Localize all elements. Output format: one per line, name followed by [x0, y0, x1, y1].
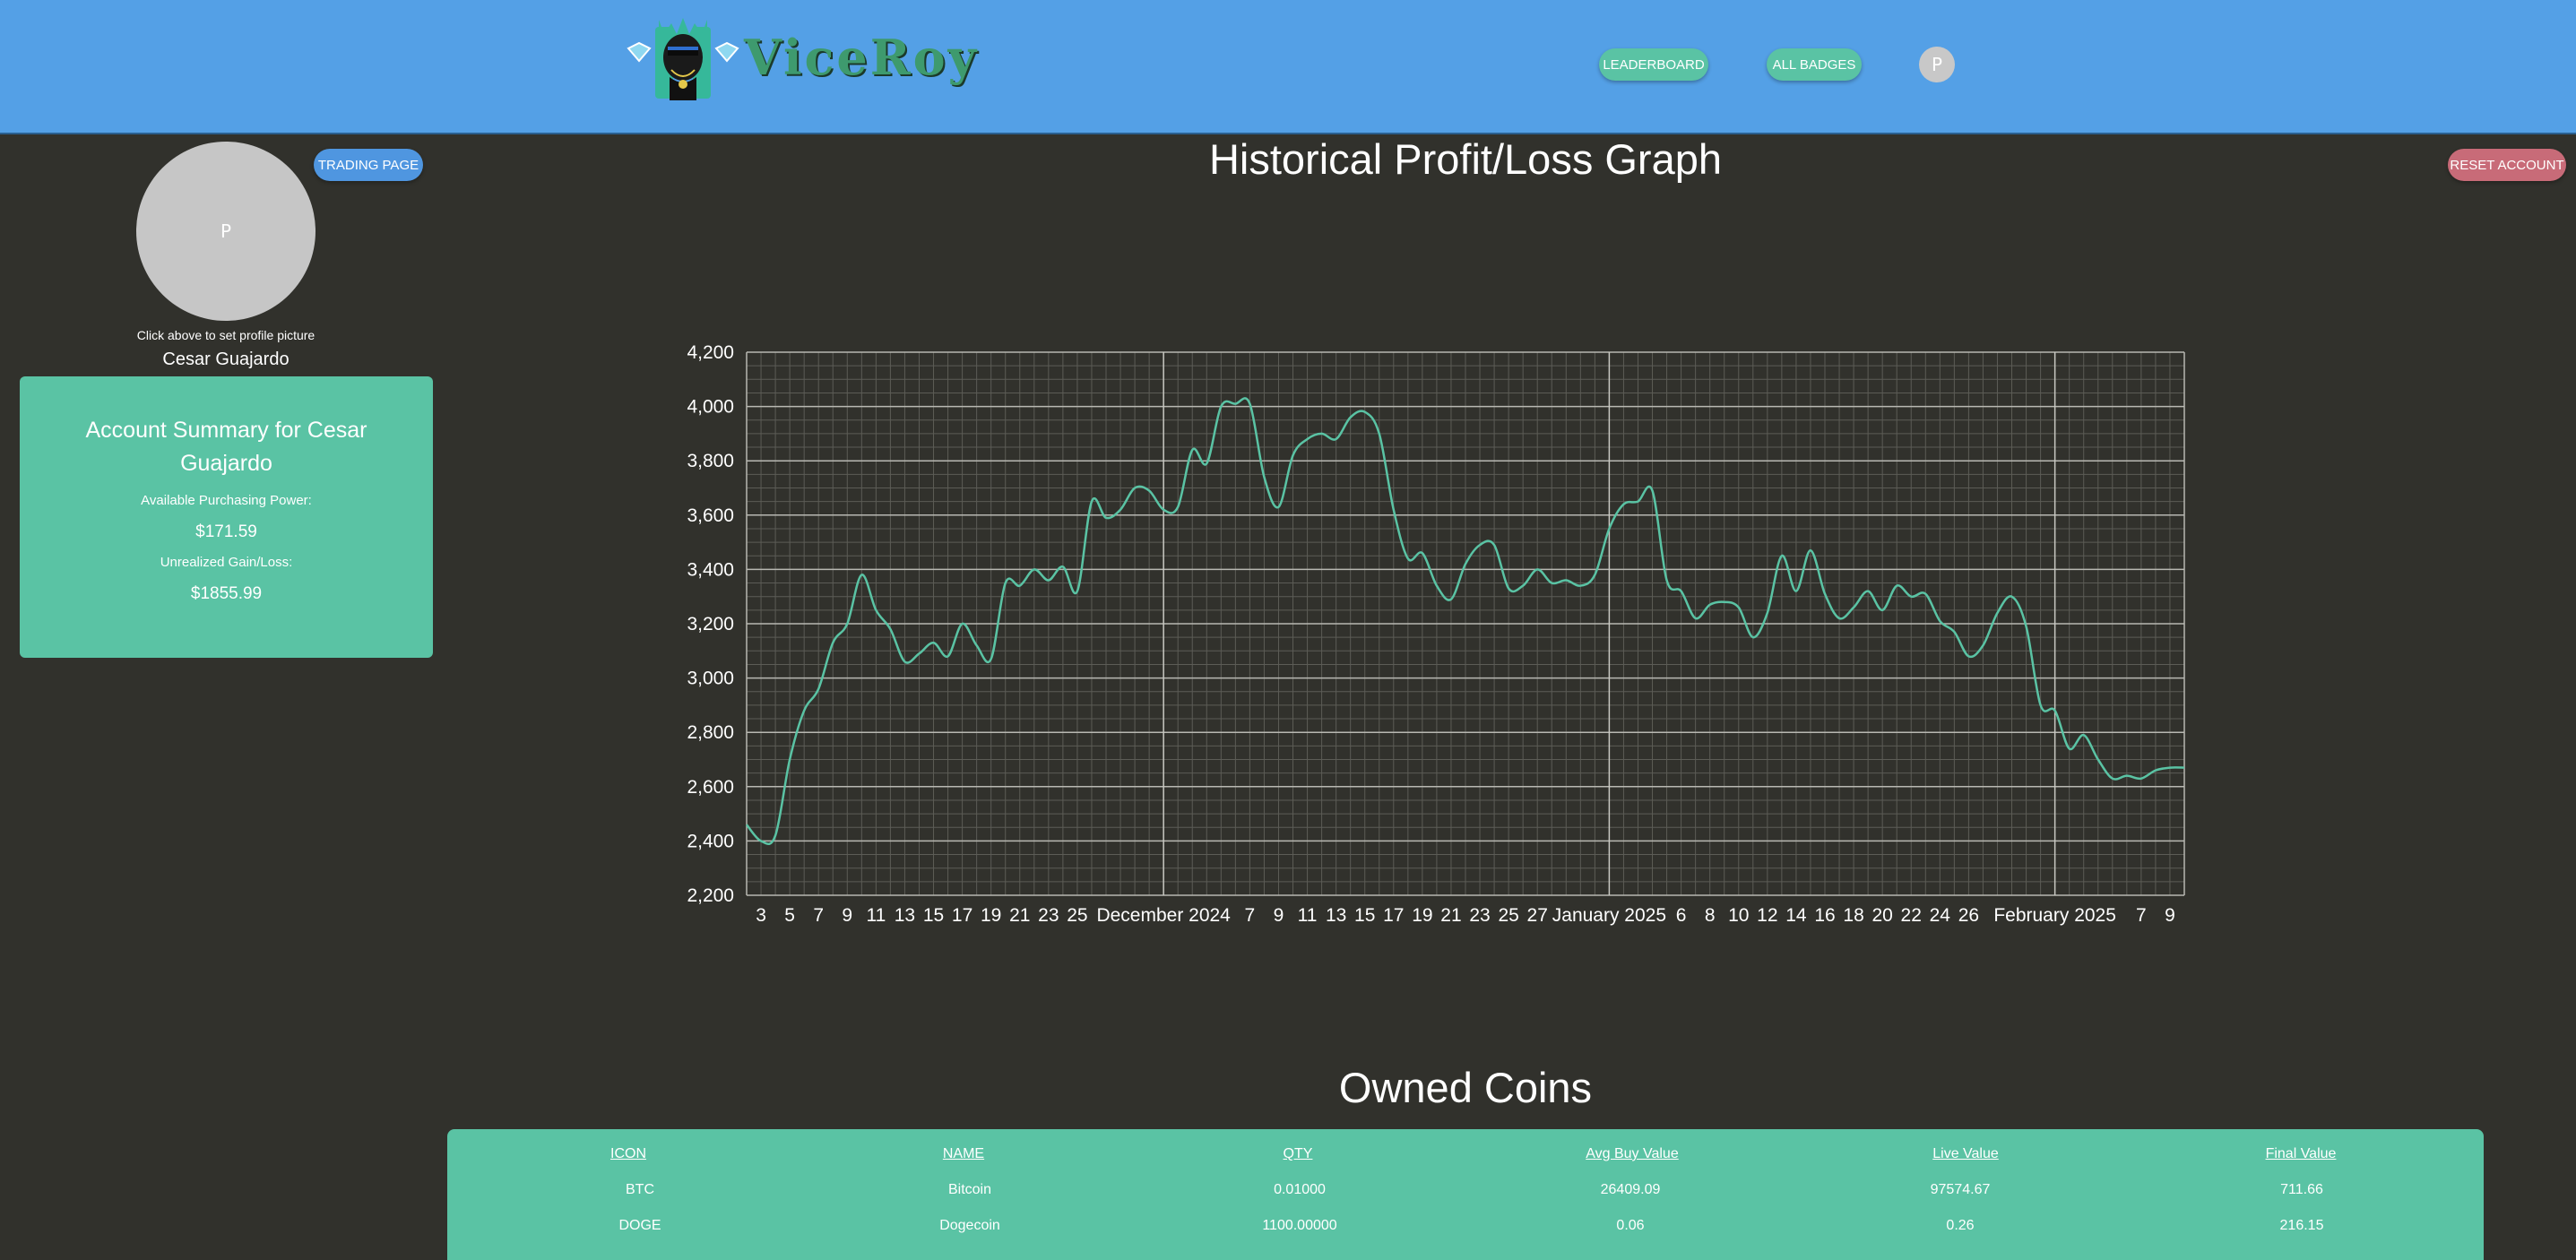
x-tick-label: 23	[1469, 905, 1490, 926]
x-tick-label: 12	[1757, 905, 1777, 926]
x-tick-label: 11	[1298, 905, 1318, 926]
x-tick-label: February 2025	[1993, 905, 2116, 926]
table-row: BTC Bitcoin 0.01000 26409.09 97574.67 71…	[447, 1172, 2484, 1208]
x-tick-label: January 2025	[1552, 905, 1666, 926]
x-tick-label: 19	[981, 905, 1001, 926]
x-tick-label: 7	[2136, 905, 2147, 926]
coin-live-value-cell: 97574.67	[1930, 1182, 1991, 1197]
x-tick-label: 10	[1728, 905, 1749, 926]
x-tick-label: December 2024	[1096, 905, 1231, 926]
x-tick-label: 26	[1958, 905, 1979, 926]
x-tick-label: 7	[1245, 905, 1256, 926]
coin-final-value-cell: 216.15	[2279, 1218, 2324, 1233]
x-tick-label: 15	[923, 905, 944, 926]
y-tick-label: 3,400	[687, 559, 734, 580]
column-header-live-value[interactable]: Live Value	[1831, 1136, 2100, 1172]
x-tick-label: 19	[1412, 905, 1432, 926]
x-tick-label: 25	[1498, 905, 1518, 926]
owned-coins-title: Owned Coins	[1338, 1064, 1593, 1111]
x-tick-label: 24	[1930, 905, 1951, 926]
column-header-final-value[interactable]: Final Value	[2166, 1136, 2435, 1172]
y-tick-label: 4,000	[687, 397, 734, 418]
x-tick-label: 18	[1843, 905, 1863, 926]
y-tick-label: 3,800	[687, 451, 734, 471]
coin-icon-cell: DOGE	[618, 1218, 661, 1233]
x-tick-label: 9	[1274, 905, 1284, 926]
y-tick-label: 3,000	[687, 669, 734, 689]
x-tick-label: 15	[1354, 905, 1375, 926]
coin-qty-cell: 0.01000	[1274, 1182, 1326, 1197]
column-header-name[interactable]: NAME	[829, 1136, 1098, 1172]
x-tick-label: 25	[1067, 905, 1087, 926]
coin-live-value-cell: 0.26	[1946, 1218, 1975, 1233]
y-tick-label: 2,200	[687, 885, 734, 906]
x-tick-label: 27	[1527, 905, 1548, 926]
x-tick-label: 6	[1676, 905, 1687, 926]
x-tick-label: 21	[1009, 905, 1030, 926]
x-tick-label: 8	[1705, 905, 1716, 926]
y-tick-label: 2,400	[687, 831, 734, 851]
x-tick-label: 23	[1038, 905, 1059, 926]
y-tick-label: 2,800	[687, 722, 734, 743]
x-tick-label: 11	[866, 905, 886, 926]
x-tick-label: 5	[784, 905, 795, 926]
coin-avg-buy-cell: 26409.09	[1600, 1182, 1661, 1197]
coin-avg-buy-cell: 0.06	[1616, 1218, 1645, 1233]
coin-name-cell: Dogecoin	[939, 1218, 1000, 1233]
table-row: DOGE Dogecoin 1100.00000 0.06 0.26 216.1…	[447, 1208, 2484, 1244]
owned-coins-table: ICON NAME QTY Avg Buy Value Live Value F…	[447, 1129, 2484, 1260]
y-tick-label: 2,600	[687, 777, 734, 798]
table-header-row: ICON NAME QTY Avg Buy Value Live Value F…	[447, 1136, 2484, 1172]
x-tick-label: 17	[1383, 905, 1404, 926]
column-header-icon[interactable]: ICON	[494, 1136, 763, 1172]
x-tick-label: 13	[1326, 905, 1346, 926]
coin-final-value-cell: 711.66	[2280, 1182, 2323, 1197]
x-tick-label: 14	[1785, 905, 1807, 926]
x-tick-label: 3	[756, 905, 766, 926]
x-tick-label: 13	[895, 905, 915, 926]
coin-qty-cell: 1100.00000	[1262, 1218, 1337, 1233]
y-tick-label: 4,200	[687, 342, 734, 363]
x-tick-label: 17	[952, 905, 972, 926]
x-tick-label: 9	[842, 905, 852, 926]
x-tick-label: 7	[813, 905, 824, 926]
x-tick-label: 20	[1871, 905, 1892, 926]
y-tick-label: 3,200	[687, 614, 734, 634]
column-header-qty[interactable]: QTY	[1163, 1136, 1432, 1172]
coin-icon-cell: BTC	[626, 1182, 654, 1197]
x-tick-label: 21	[1440, 905, 1461, 926]
y-tick-label: 3,600	[687, 505, 734, 526]
x-tick-label: 16	[1814, 905, 1835, 926]
column-header-avg-buy[interactable]: Avg Buy Value	[1498, 1136, 1767, 1172]
coin-name-cell: Bitcoin	[947, 1182, 992, 1197]
x-tick-label: 9	[2165, 905, 2175, 926]
x-tick-label: 22	[1901, 905, 1922, 926]
